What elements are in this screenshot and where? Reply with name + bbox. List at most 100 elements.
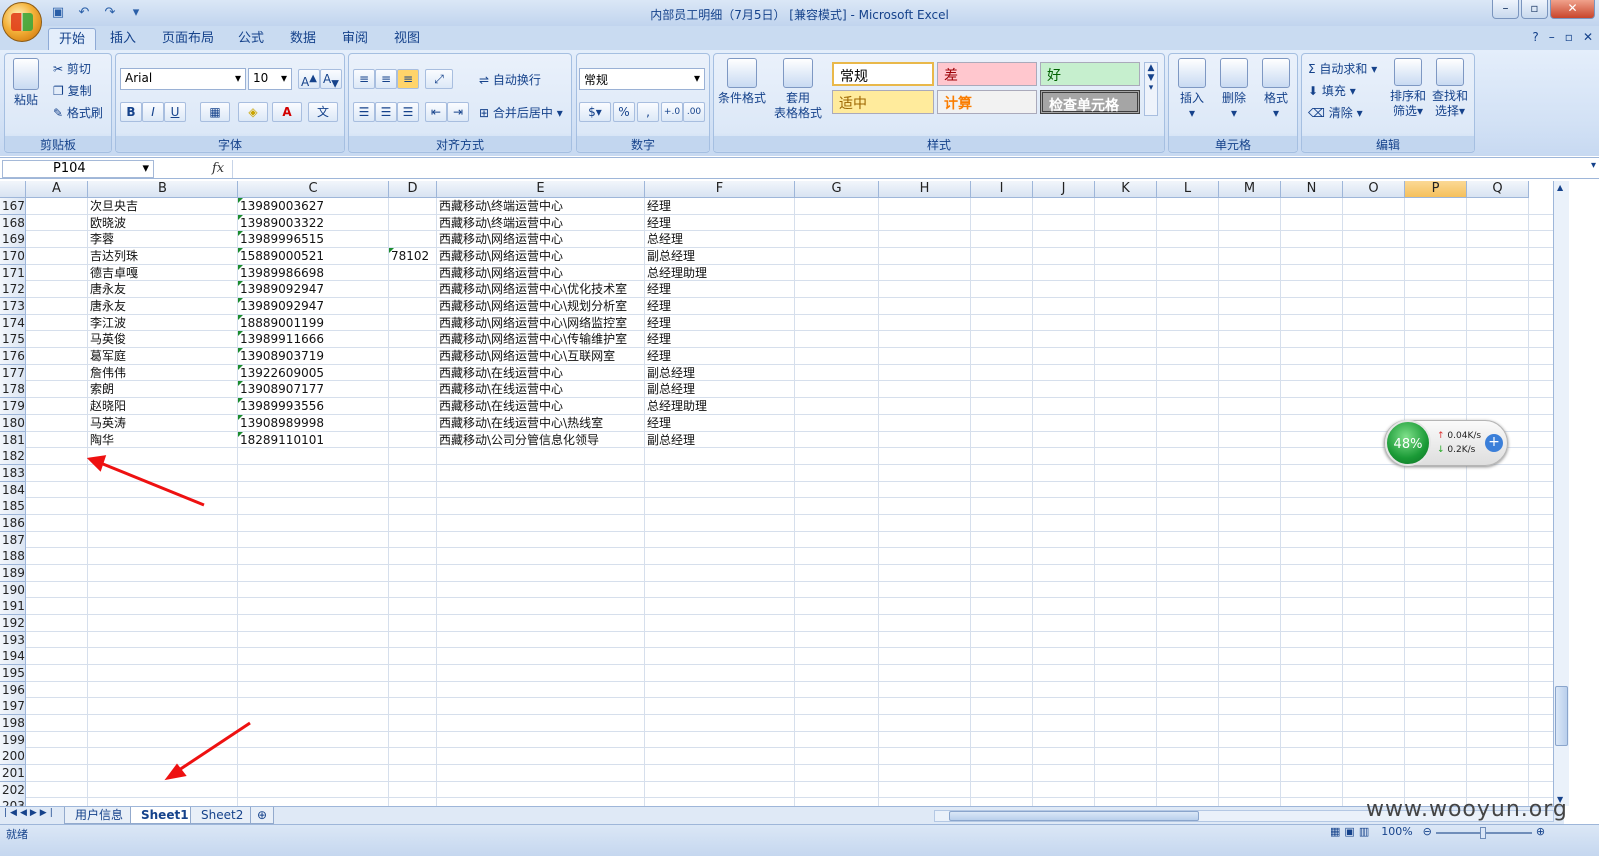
insert-sheet-icon[interactable]: ⊕ [250,807,275,824]
cell-phone[interactable]: 18289110101 [240,432,324,448]
conditional-format-button[interactable]: 条件格式 [716,58,768,106]
cell-department[interactable]: 西藏移动\在线运营中心\热线室 [439,415,603,431]
italic-button[interactable]: I [142,102,164,122]
cell-name[interactable]: 索朗 [90,381,114,397]
style-check-cell[interactable]: 检查单元格 [1040,90,1140,114]
cell-phone[interactable]: 13989996515 [240,231,324,247]
format-as-table-button[interactable]: 套用 表格格式 [770,58,826,121]
percent-button[interactable]: % [613,102,635,122]
cell-position[interactable]: 经理 [647,198,671,214]
column-header-e[interactable]: E [437,181,645,198]
ribbon-restore-icon[interactable]: ▫ [1565,30,1573,44]
row-header-181[interactable]: 181 [0,431,26,449]
office-button[interactable] [2,2,42,42]
cell-phone[interactable]: 13908989998 [240,415,324,431]
column-header-l[interactable]: L [1157,181,1219,198]
align-bottom-button[interactable]: ≡ [397,69,419,89]
row-header-194[interactable]: 194 [0,648,26,666]
tab-review[interactable]: 审阅 [332,28,378,50]
row-header-180[interactable]: 180 [0,414,26,432]
cell-department[interactable]: 西藏移动\在线运营中心 [439,365,563,381]
comma-button[interactable]: , [637,102,659,122]
tab-page-layout[interactable]: 页面布局 [152,28,224,50]
column-header-i[interactable]: I [971,181,1033,198]
cell-department[interactable]: 西藏移动\网络运营中心\优化技术室 [439,281,627,297]
row-header-183[interactable]: 183 [0,464,26,482]
find-select-button[interactable]: 查找和 选择▾ [1430,58,1470,119]
tab-view[interactable]: 视图 [384,28,430,50]
cell-phone[interactable]: 13989092947 [240,281,324,297]
font-size-select[interactable]: 10 ▾ [248,68,292,90]
row-header-170[interactable]: 170 [0,248,26,266]
row-header-177[interactable]: 177 [0,364,26,382]
cell-name[interactable]: 吉达列珠 [90,248,138,264]
cell-position[interactable]: 经理 [647,281,671,297]
zoom-slider-thumb[interactable] [1479,827,1486,839]
row-header-184[interactable]: 184 [0,481,26,499]
cell-department[interactable]: 西藏移动\网络运营中心 [439,265,563,281]
sheet-nav-arrows[interactable]: |◀◀▶▶| [4,808,56,818]
row-header-178[interactable]: 178 [0,381,26,399]
row-header-182[interactable]: 182 [0,448,26,466]
row-header-199[interactable]: 199 [0,731,26,749]
style-normal[interactable]: 常规 [832,62,934,86]
ribbon-minimize-icon[interactable]: – [1549,30,1555,44]
column-header-m[interactable]: M [1219,181,1281,198]
cell-position[interactable]: 经理 [647,415,671,431]
page-layout-view-icon[interactable]: ▣ [1344,825,1354,838]
insert-cells-button[interactable]: 插入 ▾ [1173,58,1211,121]
zoom-out-icon[interactable]: ⊖ [1423,825,1432,838]
cell-position[interactable]: 总经理 [647,231,683,247]
autosum-button[interactable]: Σ 自动求和 ▾ [1308,60,1377,77]
cell-phone[interactable]: 13989003627 [240,198,324,214]
network-speed-widget[interactable]: 48% ↑ 0.04K/s ↓ 0.2K/s + [1384,420,1508,466]
insert-function-icon[interactable]: fx [212,161,224,176]
cell-name[interactable]: 李蓉 [90,231,114,247]
cell-phone[interactable]: 13989003322 [240,215,324,231]
cell-phone[interactable]: 13989911666 [240,331,324,347]
cell-name[interactable]: 赵晓阳 [90,398,126,414]
row-header-174[interactable]: 174 [0,314,26,332]
cell-department[interactable]: 西藏移动\网络运营中心 [439,231,563,247]
cell-phone[interactable]: 13908903719 [240,348,324,364]
row-header-185[interactable]: 185 [0,498,26,516]
decrease-decimal-button[interactable]: .00 [683,102,705,122]
sheet-tab-user-info[interactable]: 用户信息 [64,807,135,824]
row-header-171[interactable]: 171 [0,264,26,282]
cell-department[interactable]: 西藏移动\在线运营中心 [439,398,563,414]
paste-button[interactable]: 粘贴 [11,58,41,108]
row-header-200[interactable]: 200 [0,748,26,766]
format-cells-button[interactable]: 格式 ▾ [1257,58,1295,121]
sheet-tab-sheet2[interactable]: Sheet2 [190,807,255,824]
column-header-o[interactable]: O [1343,181,1405,198]
column-header-a[interactable]: A [26,181,88,198]
clear-button[interactable]: ⌫ 清除 ▾ [1308,104,1363,121]
column-header-j[interactable]: J [1033,181,1095,198]
cell-position[interactable]: 副总经理 [647,248,695,264]
vertical-scrollbar[interactable]: ▲ ▼ [1553,181,1569,806]
fill-color-button[interactable]: ◈ [238,102,268,122]
cell-position[interactable]: 经理 [647,348,671,364]
cell-name[interactable]: 唐永友 [90,281,126,297]
copy-button[interactable]: ❐ 复制 [53,82,92,99]
cell-department[interactable]: 西藏移动\终端运营中心 [439,198,563,214]
help-icon[interactable]: ? [1532,30,1538,44]
font-name-select[interactable]: Arial ▾ [120,68,246,90]
sort-filter-button[interactable]: 排序和 筛选▾ [1388,58,1428,119]
expand-formula-bar-icon[interactable]: ▾ [1591,160,1596,171]
name-box[interactable]: P104 ▾ [2,160,154,178]
cell-position[interactable]: 经理 [647,298,671,314]
normal-view-icon[interactable]: ▦ [1330,825,1340,838]
row-header-179[interactable]: 179 [0,398,26,416]
row-header-195[interactable]: 195 [0,665,26,683]
column-header-q[interactable]: Q [1467,181,1529,198]
plus-icon[interactable]: + [1485,434,1503,452]
decrease-indent-button[interactable]: ⇤ [425,102,447,122]
cell-phone[interactable]: 13908907177 [240,381,324,397]
underline-button[interactable]: U [164,102,186,122]
horizontal-scroll-thumb[interactable] [949,811,1199,821]
page-break-view-icon[interactable]: ▥ [1359,825,1369,838]
tab-home[interactable]: 开始 [48,28,97,50]
row-header-189[interactable]: 189 [0,564,26,582]
shrink-font-button[interactable]: A▼ [320,69,342,89]
